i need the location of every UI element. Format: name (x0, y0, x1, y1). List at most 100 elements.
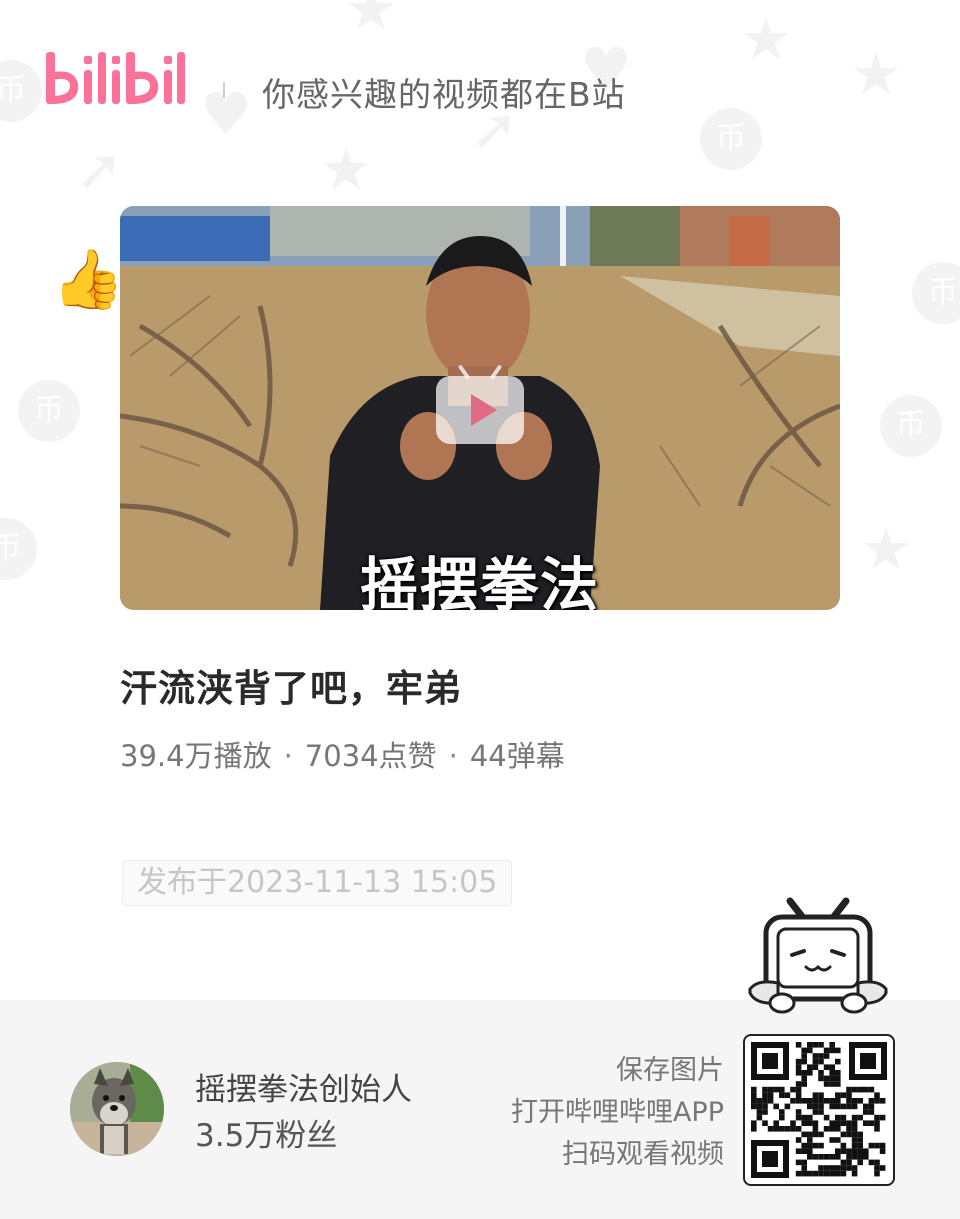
qr-module (851, 1086, 858, 1093)
qr-module (801, 1058, 807, 1065)
qr-module (779, 1092, 785, 1098)
qr-module (835, 1047, 841, 1054)
qr-module (829, 1070, 835, 1076)
qr-module (807, 1047, 813, 1054)
stats-separator: · (283, 739, 293, 773)
qr-module (807, 1154, 813, 1160)
qr-module (762, 1092, 768, 1098)
qr-module (790, 1086, 796, 1093)
qr-module (756, 1109, 763, 1115)
qr-module (767, 1126, 774, 1132)
qr-module (812, 1092, 819, 1098)
qr-module (801, 1114, 807, 1121)
qr-module (762, 1086, 768, 1093)
uploader-avatar[interactable] (70, 1062, 164, 1156)
qr-module (779, 1126, 785, 1132)
qr-module (879, 1142, 886, 1149)
qr-module (795, 1148, 802, 1154)
qr-module (840, 1170, 847, 1177)
qr-module (823, 1081, 830, 1087)
bilibili-logo (44, 44, 189, 114)
qr-module (835, 1081, 841, 1087)
qr-module (801, 1142, 807, 1149)
qr-module (829, 1154, 835, 1160)
qr-module (795, 1137, 802, 1143)
qr-module (840, 1131, 847, 1138)
qr-module (818, 1109, 824, 1115)
qr-module (857, 1086, 863, 1093)
qr-module (756, 1114, 763, 1121)
qr-module (784, 1126, 791, 1132)
qr-module (823, 1165, 830, 1171)
qr-module (807, 1042, 813, 1048)
qr-module (835, 1114, 841, 1121)
qr-module (784, 1103, 791, 1110)
qr-module (874, 1114, 880, 1121)
video-thumbnail[interactable]: 摇摆拳法 (120, 206, 840, 610)
qr-module (840, 1165, 847, 1171)
qr-module (818, 1042, 824, 1048)
qr-module (751, 1098, 757, 1104)
qr-module (751, 1103, 757, 1110)
qr-module (795, 1042, 802, 1048)
qr-module (751, 1092, 757, 1098)
qr-module (807, 1064, 813, 1070)
qr-module (807, 1098, 813, 1104)
qr-module (767, 1086, 774, 1093)
qr-module (807, 1148, 813, 1154)
slogan: 你感兴趣的视频都在B站 (262, 75, 626, 114)
qr-module (851, 1148, 858, 1154)
qr-module (767, 1092, 774, 1098)
qr-module (784, 1092, 791, 1098)
qr-module (863, 1109, 869, 1115)
qr-module (801, 1148, 807, 1154)
qr-code[interactable] (743, 1034, 895, 1186)
publish-date: 发布于2023-11-13 15:05 (122, 860, 513, 906)
qr-module (812, 1109, 819, 1115)
qr-module (818, 1170, 824, 1177)
qr-module (818, 1075, 824, 1082)
play-count: 39.4万播放 (120, 739, 272, 773)
qr-module (846, 1086, 852, 1093)
qr-module (879, 1098, 886, 1104)
qr-module (857, 1148, 863, 1154)
qr-module (829, 1165, 835, 1171)
qr-module (801, 1170, 807, 1177)
qr-module (823, 1126, 830, 1132)
qr-module (762, 1103, 768, 1110)
qr-module (818, 1165, 824, 1171)
qr-module (779, 1109, 785, 1115)
qr-module (846, 1098, 852, 1104)
qr-module (835, 1120, 841, 1126)
qr-module (823, 1047, 830, 1054)
qr-module (851, 1114, 858, 1121)
uploader-name[interactable]: 摇摆拳法创始人 (195, 1064, 412, 1109)
qr-module (790, 1098, 796, 1104)
qr-module (857, 1131, 863, 1138)
qr-module (818, 1053, 824, 1059)
qr-module (874, 1142, 880, 1149)
qr-module (812, 1042, 819, 1048)
qr-module (807, 1170, 813, 1177)
qr-module (835, 1098, 841, 1104)
qr-module (835, 1165, 841, 1171)
qr-module (840, 1114, 847, 1121)
qr-module (851, 1154, 858, 1160)
qr-module (795, 1070, 802, 1076)
qr-module (835, 1070, 841, 1076)
video-stats: 39.4万播放 · 7034点赞 · 44弹幕 (120, 733, 565, 775)
qr-module (829, 1047, 835, 1054)
qr-module (835, 1075, 841, 1082)
video-title[interactable]: 汗流浃背了吧，牢弟 (120, 658, 462, 712)
qr-module (851, 1142, 858, 1149)
qr-module (762, 1109, 768, 1115)
qr-module (818, 1131, 824, 1138)
qr-module (829, 1098, 835, 1104)
qr-module (790, 1126, 796, 1132)
qr-module (863, 1086, 869, 1093)
qr-module (795, 1170, 802, 1177)
qr-module (801, 1098, 807, 1104)
qr-module (801, 1081, 807, 1087)
play-button[interactable] (436, 364, 524, 444)
qr-module (762, 1120, 768, 1126)
